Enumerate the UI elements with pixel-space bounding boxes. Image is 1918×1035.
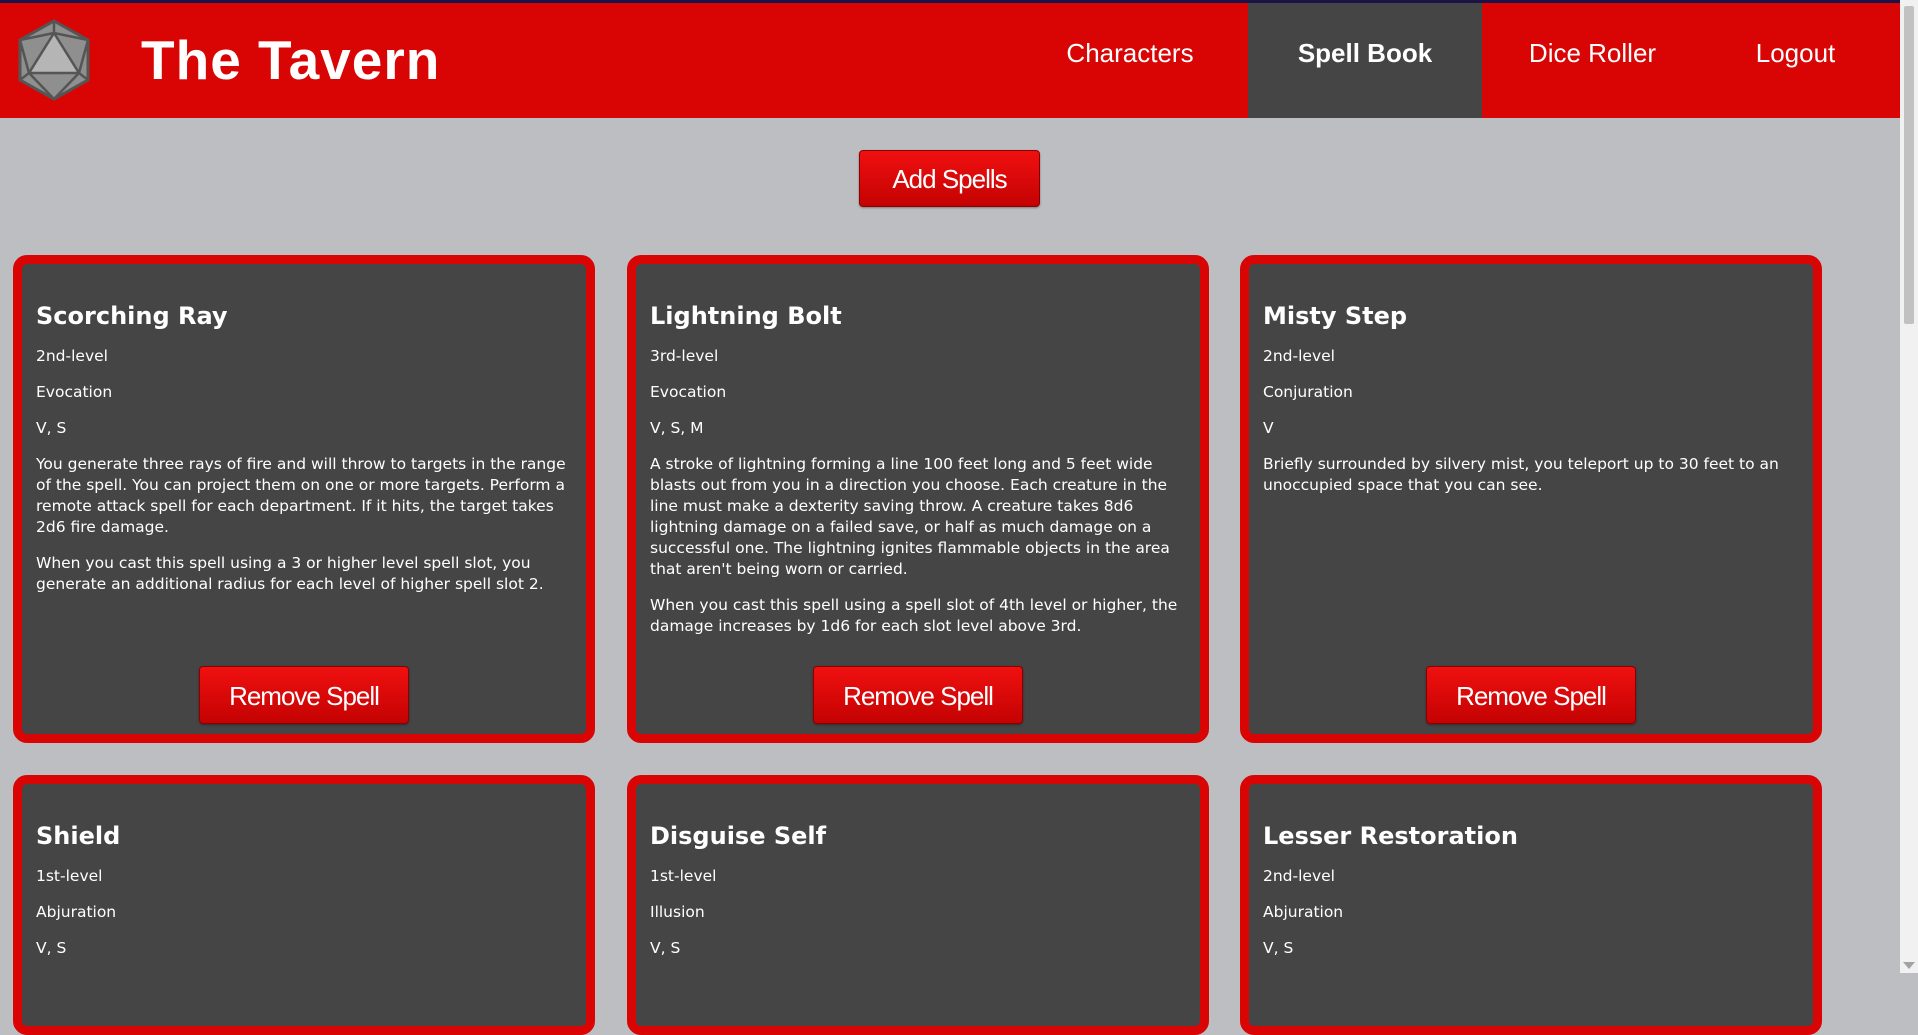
remove-spell-button[interactable]: Remove Spell xyxy=(1426,666,1636,724)
spell-components: V, S xyxy=(36,939,67,957)
spell-level: 2nd-level xyxy=(1263,867,1335,885)
main-nav: Characters Spell Book Dice Roller Logout xyxy=(0,3,1900,118)
scrollbar-thumb[interactable] xyxy=(1904,6,1914,324)
spell-higher-levels: When you cast this spell using a spell s… xyxy=(650,596,1178,635)
spell-components: V, S xyxy=(1263,939,1294,957)
nav-logout[interactable]: Logout xyxy=(1738,3,1853,118)
spell-level: 3rd-level xyxy=(650,347,719,365)
spell-components: V, S xyxy=(36,419,67,437)
nav-dice-roller[interactable]: Dice Roller xyxy=(1510,3,1675,118)
spell-school: Conjuration xyxy=(1263,383,1353,401)
spell-higher-levels: When you cast this spell using a 3 or hi… xyxy=(36,554,544,593)
spell-name: Misty Step xyxy=(1263,302,1408,330)
nav-spell-book[interactable]: Spell Book xyxy=(1248,3,1482,118)
spell-card: Disguise Self 1st-level Illusion V, S xyxy=(627,775,1209,1035)
remove-spell-button[interactable]: Remove Spell xyxy=(813,666,1023,724)
spell-school: Abjuration xyxy=(36,903,117,921)
spell-description: A stroke of lightning forming a line 100… xyxy=(650,455,1170,578)
spell-name: Lightning Bolt xyxy=(650,302,842,330)
spell-school: Evocation xyxy=(650,383,727,401)
spell-name: Lesser Restoration xyxy=(1263,822,1518,850)
remove-spell-button[interactable]: Remove Spell xyxy=(199,666,409,724)
spell-name: Shield xyxy=(36,822,121,850)
spell-card: Lightning Bolt 3rd-level Evocation V, S,… xyxy=(627,255,1209,743)
spell-level: 1st-level xyxy=(650,867,717,885)
spell-components: V, S, M xyxy=(650,419,704,437)
top-navbar: The Tavern Characters Spell Book Dice Ro… xyxy=(0,3,1900,118)
scroll-down-arrow-icon[interactable] xyxy=(1903,962,1915,969)
spell-description: You generate three rays of fire and will… xyxy=(36,455,566,536)
spell-components: V xyxy=(1263,419,1274,437)
spell-card: Misty Step 2nd-level Conjuration V Brief… xyxy=(1240,255,1822,743)
spell-school: Evocation xyxy=(36,383,113,401)
nav-characters[interactable]: Characters xyxy=(1040,3,1220,118)
spell-level: 2nd-level xyxy=(36,347,108,365)
spell-school: Abjuration xyxy=(1263,903,1344,921)
spell-card: Shield 1st-level Abjuration V, S xyxy=(13,775,595,1035)
spell-card: Lesser Restoration 2nd-level Abjuration … xyxy=(1240,775,1822,1035)
spell-components: V, S xyxy=(650,939,681,957)
spell-card: Scorching Ray 2nd-level Evocation V, S Y… xyxy=(13,255,595,743)
spell-school: Illusion xyxy=(650,903,705,921)
spell-name: Scorching Ray xyxy=(36,302,228,330)
spell-description: Briefly surrounded by silvery mist, you … xyxy=(1263,455,1779,494)
spell-level: 1st-level xyxy=(36,867,103,885)
spell-level: 2nd-level xyxy=(1263,347,1335,365)
add-spells-button[interactable]: Add Spells xyxy=(859,150,1040,207)
spell-name: Disguise Self xyxy=(650,822,827,850)
